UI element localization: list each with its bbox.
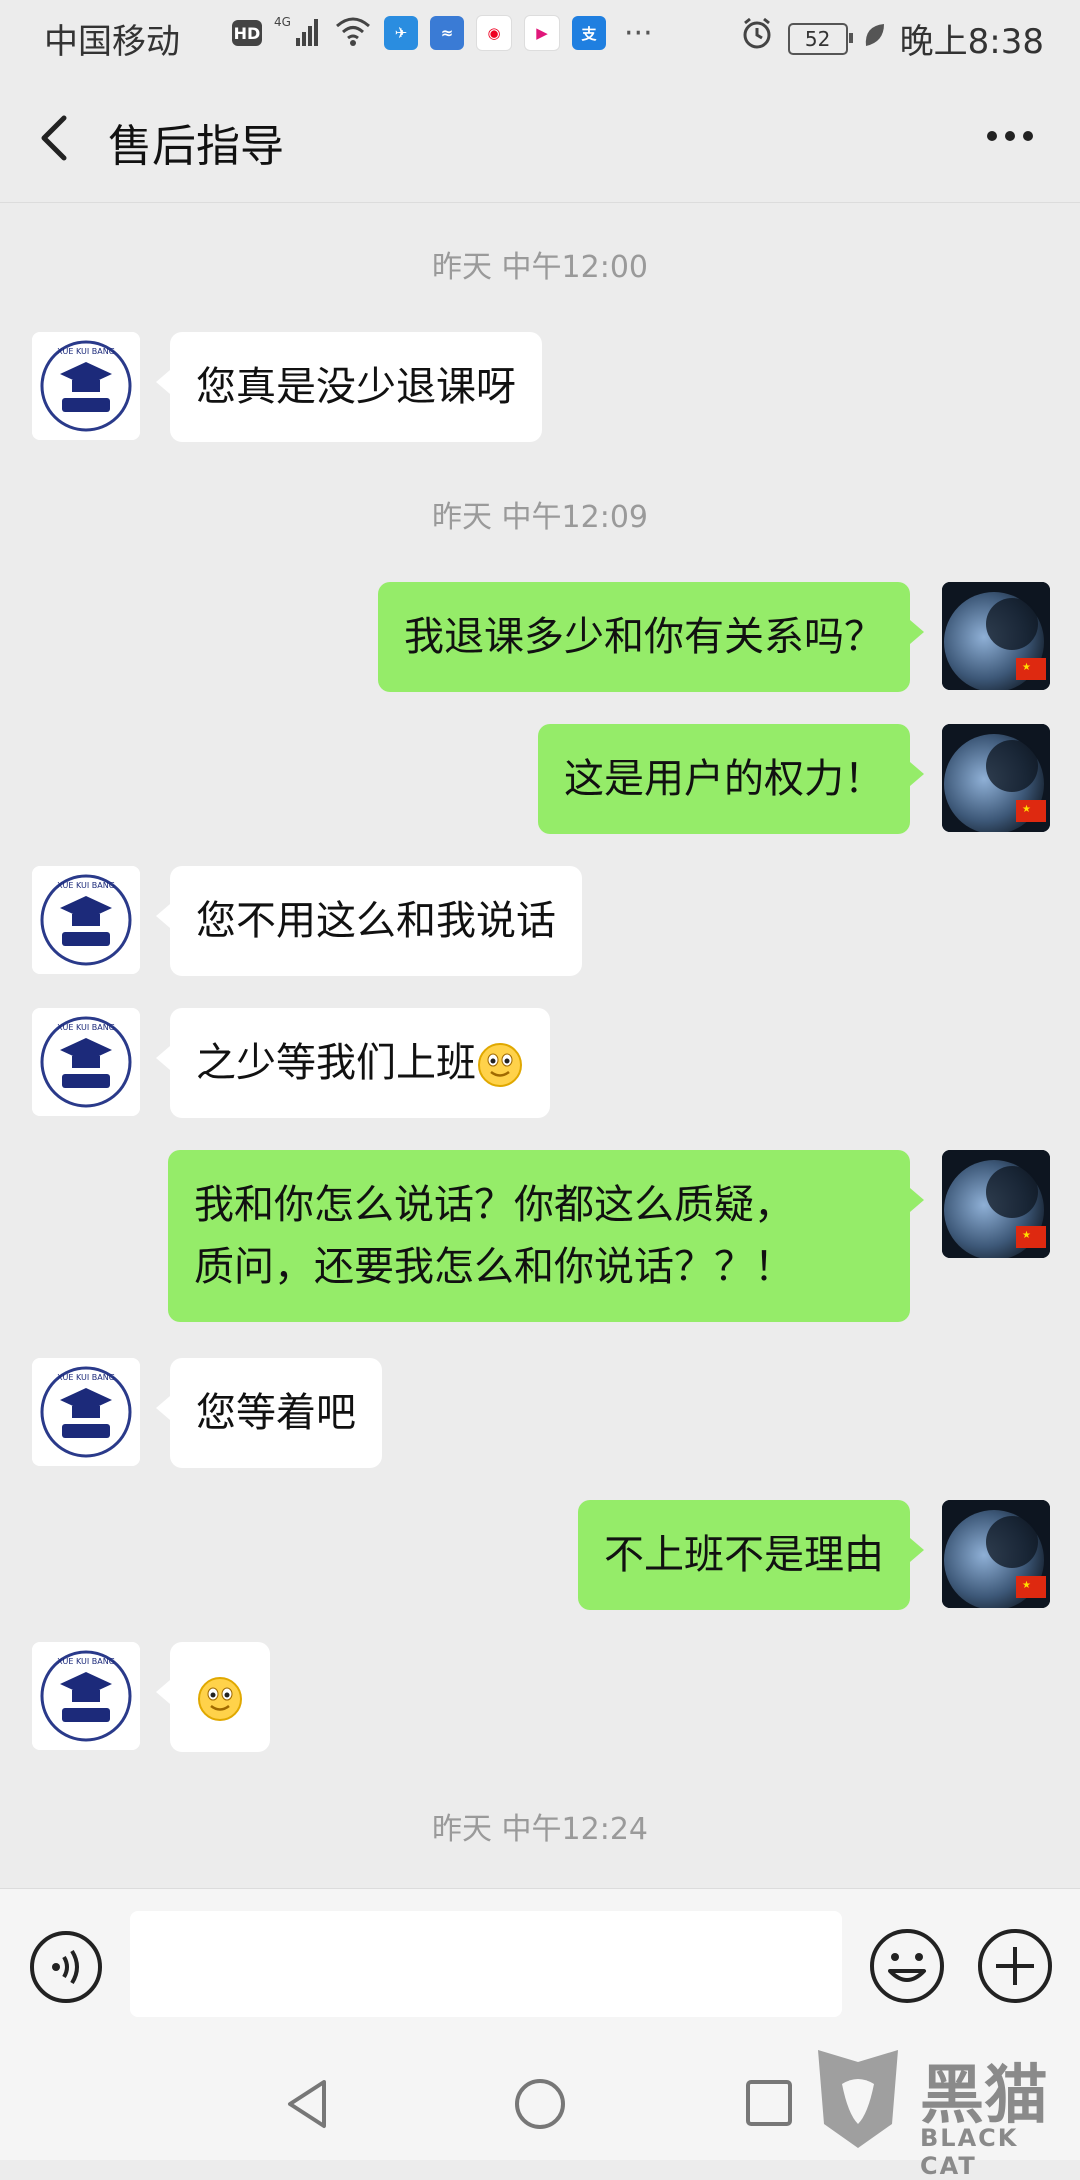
planet-avatar-icon: ★ — [942, 1500, 1050, 1608]
signal-icon: 4G — [274, 14, 322, 52]
emoji-icon — [870, 1929, 944, 2003]
back-arrow-icon — [41, 115, 67, 161]
contact-avatar[interactable]: XUE KUI BANG — [32, 1358, 140, 1466]
svg-text:XUE KUI BANG: XUE KUI BANG — [57, 1657, 115, 1666]
battery-icon: 52 — [787, 22, 853, 55]
my-avatar[interactable]: ★ — [942, 724, 1050, 832]
more-options-button[interactable] — [980, 106, 1040, 166]
message-bubble-outgoing[interactable]: 不上班不是理由 — [578, 1500, 924, 1610]
black-cat-logo-icon — [818, 2050, 898, 2148]
emoji-button[interactable] — [868, 1927, 946, 2005]
svg-text:★: ★ — [1022, 1580, 1031, 1591]
timestamp: 昨天 中午12:09 — [432, 500, 648, 535]
more-notifications-icon: ··· — [624, 15, 653, 51]
smile-emoji-icon — [478, 1043, 522, 1087]
contact-avatar[interactable]: XUE KUI BANG — [32, 866, 140, 974]
rocket-app-icon: ✈ — [384, 16, 418, 50]
voice-icon — [30, 1931, 102, 2003]
message-bubble-incoming[interactable] — [156, 1642, 270, 1752]
my-avatar[interactable]: ★ — [942, 582, 1050, 690]
plus-icon — [978, 1929, 1052, 2003]
contact-avatar[interactable]: XUE KUI BANG — [32, 1008, 140, 1116]
watermark-en-text: BLACK CAT — [920, 2124, 1019, 2180]
chat-title: 售后指导 — [108, 121, 284, 172]
message-bubble-outgoing[interactable]: 这是用户的权力！ — [538, 724, 924, 834]
status-bar: 中国移动 HD 4G ✈ ≈ ◉ ▶ 支 ··· 52 晚上8:38 — [0, 0, 1080, 76]
xuekuibang-logo-icon: XUE KUI BANG — [32, 1008, 140, 1116]
xuekuibang-logo-icon: XUE KUI BANG — [32, 866, 140, 974]
message-line: 我和你怎么说话？你都这么质疑， — [194, 1182, 794, 1228]
contact-avatar[interactable]: XUE KUI BANG — [32, 332, 140, 440]
svg-text:★: ★ — [1022, 662, 1031, 673]
more-icon — [987, 131, 1033, 141]
svg-text:★: ★ — [1022, 1230, 1031, 1241]
news-app-icon: ◉ — [476, 15, 512, 51]
nav-recent-icon[interactable] — [744, 2078, 794, 2128]
back-button[interactable] — [30, 108, 80, 168]
chat-header: 售后指导 — [0, 76, 1080, 203]
svg-text:XUE KUI BANG: XUE KUI BANG — [57, 881, 115, 890]
smile-emoji-icon — [198, 1677, 242, 1721]
message-bubble-incoming[interactable]: 您不用这么和我说话 — [156, 866, 582, 976]
xuekuibang-logo-icon: XUE KUI BANG — [32, 332, 140, 440]
message-line: 质问，还要我怎么和你说话？？！ — [194, 1244, 794, 1290]
alarm-icon — [740, 17, 774, 60]
leaf-icon — [862, 19, 886, 59]
my-avatar[interactable]: ★ — [942, 1150, 1050, 1258]
nav-back-icon[interactable] — [282, 2076, 334, 2132]
contact-avatar[interactable]: XUE KUI BANG — [32, 1642, 140, 1750]
alipay-app-icon: 支 — [572, 16, 606, 50]
hd-icon: HD — [232, 20, 262, 46]
youku-app-icon: ▶ — [524, 15, 560, 51]
xuekuibang-logo-icon: XUE KUI BANG — [32, 1358, 140, 1466]
nav-home-icon[interactable] — [512, 2076, 568, 2132]
message-bubble-outgoing[interactable]: 我退课多少和你有关系吗？ — [378, 582, 924, 692]
planet-avatar-icon: ★ — [942, 1150, 1050, 1258]
svg-text:★: ★ — [1022, 804, 1031, 815]
voice-input-button[interactable] — [28, 1929, 104, 2005]
timestamp: 昨天 中午12:00 — [432, 250, 648, 285]
my-avatar[interactable]: ★ — [942, 1500, 1050, 1608]
svg-text:4G: 4G — [274, 15, 291, 29]
input-bar — [0, 1888, 1080, 2045]
message-input[interactable] — [130, 1911, 842, 2017]
blackcat-watermark: 黑猫 BLACK CAT — [808, 2040, 1080, 2180]
xuekuibang-logo-icon: XUE KUI BANG — [32, 1642, 140, 1750]
svg-text:XUE KUI BANG: XUE KUI BANG — [57, 1373, 115, 1382]
message-text: 之少等我们上班 — [196, 1040, 476, 1086]
chart-app-icon: ≈ — [430, 16, 464, 50]
message-bubble-outgoing[interactable]: 我和你怎么说话？你都这么质疑， 质问，还要我怎么和你说话？？！ — [168, 1150, 924, 1322]
planet-avatar-icon: ★ — [942, 582, 1050, 690]
svg-text:XUE KUI BANG: XUE KUI BANG — [57, 347, 115, 356]
wifi-icon — [334, 14, 372, 52]
svg-text:XUE KUI BANG: XUE KUI BANG — [57, 1023, 115, 1032]
message-bubble-incoming[interactable]: 之少等我们上班 — [156, 1008, 550, 1118]
message-bubble-incoming[interactable]: 您等着吧 — [156, 1358, 382, 1468]
more-functions-button[interactable] — [976, 1927, 1054, 2005]
status-icons: HD 4G ✈ ≈ ◉ ▶ 支 ··· — [232, 14, 653, 52]
message-bubble-incoming[interactable]: 您真是没少退课呀 — [156, 332, 542, 442]
timestamp: 昨天 中午12:24 — [432, 1812, 648, 1847]
watermark-cn-text: 黑猫 — [920, 2059, 1048, 2133]
carrier-name: 中国移动 — [44, 22, 180, 62]
status-right: 52 晚上8:38 — [740, 14, 1044, 63]
clock-time: 晚上8:38 — [899, 22, 1044, 62]
planet-avatar-icon: ★ — [942, 724, 1050, 832]
